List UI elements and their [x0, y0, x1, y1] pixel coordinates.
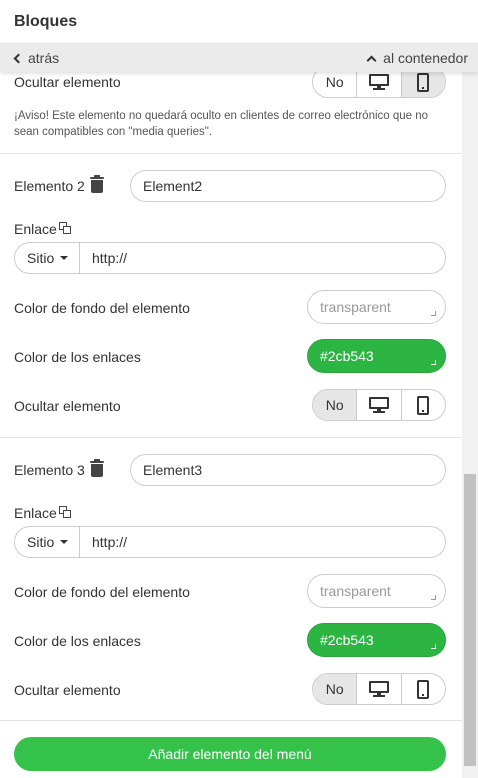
section-divider: [0, 153, 462, 154]
panel-header: Bloques: [0, 0, 478, 44]
element-name-input[interactable]: Element2: [130, 170, 446, 202]
link-input-group: Sitio http://: [14, 242, 446, 274]
hide-element-label: Ocultar elemento: [14, 682, 121, 698]
element-name-input[interactable]: Element3: [130, 454, 446, 486]
desktop-icon: [368, 681, 389, 697]
link-color-label: Color de los enlaces: [14, 633, 141, 649]
copy-icon: [59, 222, 71, 234]
bg-color-label: Color de fondo del elemento: [14, 584, 190, 600]
add-menu-item-button[interactable]: Añadir elemento del menú: [14, 737, 446, 771]
link-label: Enlace: [14, 221, 57, 237]
scrollbar-thumb[interactable]: [464, 474, 476, 766]
back-button[interactable]: atrás: [12, 50, 59, 66]
hide-desktop-option[interactable]: [356, 674, 400, 704]
link-url-input[interactable]: http://: [80, 527, 445, 557]
link-label: Enlace: [14, 505, 57, 521]
resize-handle-icon: [431, 311, 436, 316]
bg-color-label: Color de fondo del elemento: [14, 300, 190, 316]
desktop-icon: [368, 397, 389, 413]
mobile-icon: [417, 679, 430, 699]
hide-no-option[interactable]: No: [313, 390, 357, 420]
hide-desktop-option[interactable]: [356, 390, 400, 420]
resize-handle-icon: [431, 360, 436, 365]
chevron-left-icon: [13, 53, 24, 64]
hide-element-toggle: No: [312, 389, 446, 421]
hide-element-label: Ocultar elemento: [14, 74, 121, 90]
nav-bar: atrás al contenedor: [0, 44, 478, 72]
mobile-icon: [417, 395, 430, 415]
caret-down-icon: [60, 256, 69, 260]
link-color-picker[interactable]: #2cb543: [307, 339, 446, 373]
media-query-warning: ¡Aviso! Este elemento no quedará oculto …: [14, 110, 429, 138]
link-type-dropdown[interactable]: Sitio: [15, 243, 80, 273]
caret-down-icon: [60, 540, 69, 544]
section-divider: [0, 720, 462, 721]
trash-icon[interactable]: [90, 459, 104, 477]
link-input-group: Sitio http://: [14, 526, 446, 558]
link-color-picker[interactable]: #2cb543: [307, 623, 446, 657]
link-color-label: Color de los enlaces: [14, 349, 141, 365]
bg-color-picker[interactable]: transparent: [307, 574, 446, 608]
resize-handle-icon: [431, 644, 436, 649]
copy-icon: [59, 506, 71, 518]
to-container-label: al contenedor: [383, 50, 468, 66]
hide-no-option[interactable]: No: [313, 674, 357, 704]
desktop-icon: [368, 74, 389, 90]
hide-no-option[interactable]: No: [313, 72, 356, 97]
settings-scroll-area: Ocultar elemento No ¡Aviso! Este element…: [0, 72, 462, 778]
link-type-dropdown[interactable]: Sitio: [15, 527, 80, 557]
hide-element-label: Ocultar elemento: [14, 398, 121, 414]
hide-mobile-option[interactable]: [400, 674, 445, 704]
element-title: Elemento 2: [14, 178, 85, 194]
trash-icon[interactable]: [90, 175, 104, 193]
back-label: atrás: [28, 50, 60, 66]
mobile-icon: [417, 72, 430, 92]
panel-title: Bloques: [14, 13, 78, 30]
hide-mobile-option[interactable]: [400, 72, 445, 97]
resize-handle-icon: [431, 595, 436, 600]
element-title: Elemento 3: [14, 462, 85, 478]
hide-element-toggle: No: [312, 72, 446, 98]
section-divider: [0, 437, 462, 438]
to-container-button[interactable]: al contenedor: [365, 50, 468, 66]
chevron-up-icon: [366, 55, 377, 66]
bg-color-picker[interactable]: transparent: [307, 290, 446, 324]
link-url-input[interactable]: http://: [80, 243, 445, 273]
hide-mobile-option[interactable]: [400, 390, 445, 420]
hide-element-toggle: No: [312, 673, 446, 705]
hide-desktop-option[interactable]: [356, 72, 400, 97]
